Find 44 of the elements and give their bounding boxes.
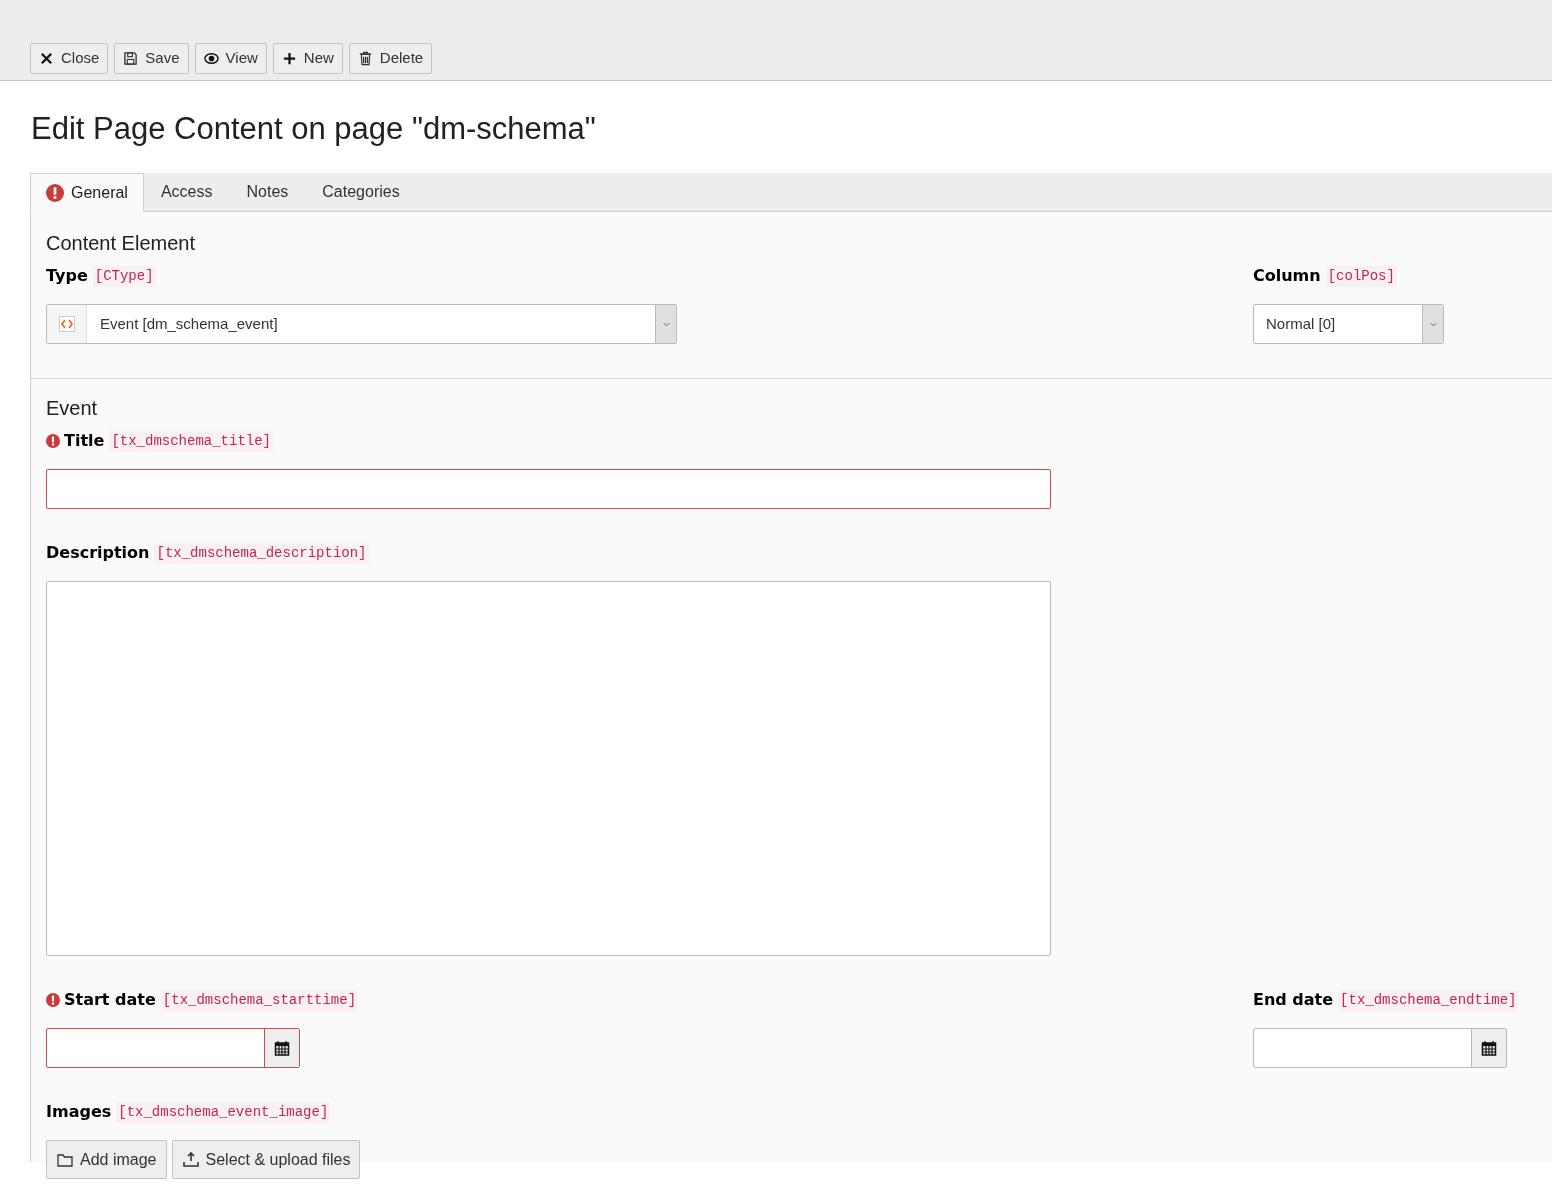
- section-title: Event: [46, 396, 99, 421]
- select[interactable]: Normal [0]: [1253, 304, 1444, 344]
- tab[interactable]: Access: [143, 173, 230, 211]
- new-button[interactable]: New: [272, 43, 343, 74]
- calendar-button[interactable]: [264, 1029, 299, 1067]
- field-label: Start date: [64, 989, 156, 1011]
- field-label: Type: [46, 265, 88, 287]
- tab[interactable]: General: [30, 173, 144, 212]
- field-label: Description: [46, 542, 150, 564]
- trash-icon: [357, 51, 373, 66]
- calendar-icon: [274, 1040, 290, 1056]
- date-input[interactable]: [1253, 1028, 1507, 1068]
- type-select[interactable]: Event [dm_schema_event]: [46, 304, 677, 344]
- field-name: [tx_dmschema_endtime]: [1338, 989, 1519, 1011]
- field-name: [tx_dmschema_title]: [109, 430, 274, 452]
- tab[interactable]: Categories: [305, 173, 417, 211]
- section-title: Content Element: [46, 231, 196, 256]
- field-label: Images: [46, 1101, 112, 1123]
- add-button[interactable]: Add image: [46, 1140, 167, 1179]
- eye-icon: [203, 51, 219, 66]
- field-label: Title: [64, 430, 105, 452]
- field-name: [tx_dmschema_event_image]: [116, 1101, 331, 1123]
- close-button[interactable]: Close: [30, 43, 109, 74]
- field-name: [CType]: [92, 265, 156, 287]
- field-name: [tx_dmschema_description]: [154, 542, 369, 564]
- text-input[interactable]: [46, 469, 1051, 509]
- page-heading: Edit Page Content on page "dm-schema": [31, 110, 597, 148]
- view-button[interactable]: View: [194, 43, 267, 74]
- tab[interactable]: Notes: [229, 173, 306, 211]
- close-icon: [39, 51, 54, 66]
- code-icon: [58, 316, 75, 332]
- field-label: Column: [1253, 265, 1321, 287]
- field-name: [colPos]: [1325, 265, 1397, 287]
- delete-button[interactable]: Delete: [348, 43, 433, 74]
- date-input[interactable]: [46, 1028, 300, 1068]
- upload-icon: [181, 1151, 200, 1168]
- upload-button[interactable]: Select & upload files: [171, 1140, 361, 1179]
- field-label: End date: [1253, 989, 1334, 1011]
- calendar-icon: [1481, 1040, 1497, 1056]
- field-name: [tx_dmschema_starttime]: [160, 989, 359, 1011]
- calendar-button[interactable]: [1471, 1029, 1506, 1067]
- save-button[interactable]: Save: [114, 43, 189, 74]
- folder-icon: [56, 1151, 74, 1168]
- plus-icon: [281, 51, 297, 66]
